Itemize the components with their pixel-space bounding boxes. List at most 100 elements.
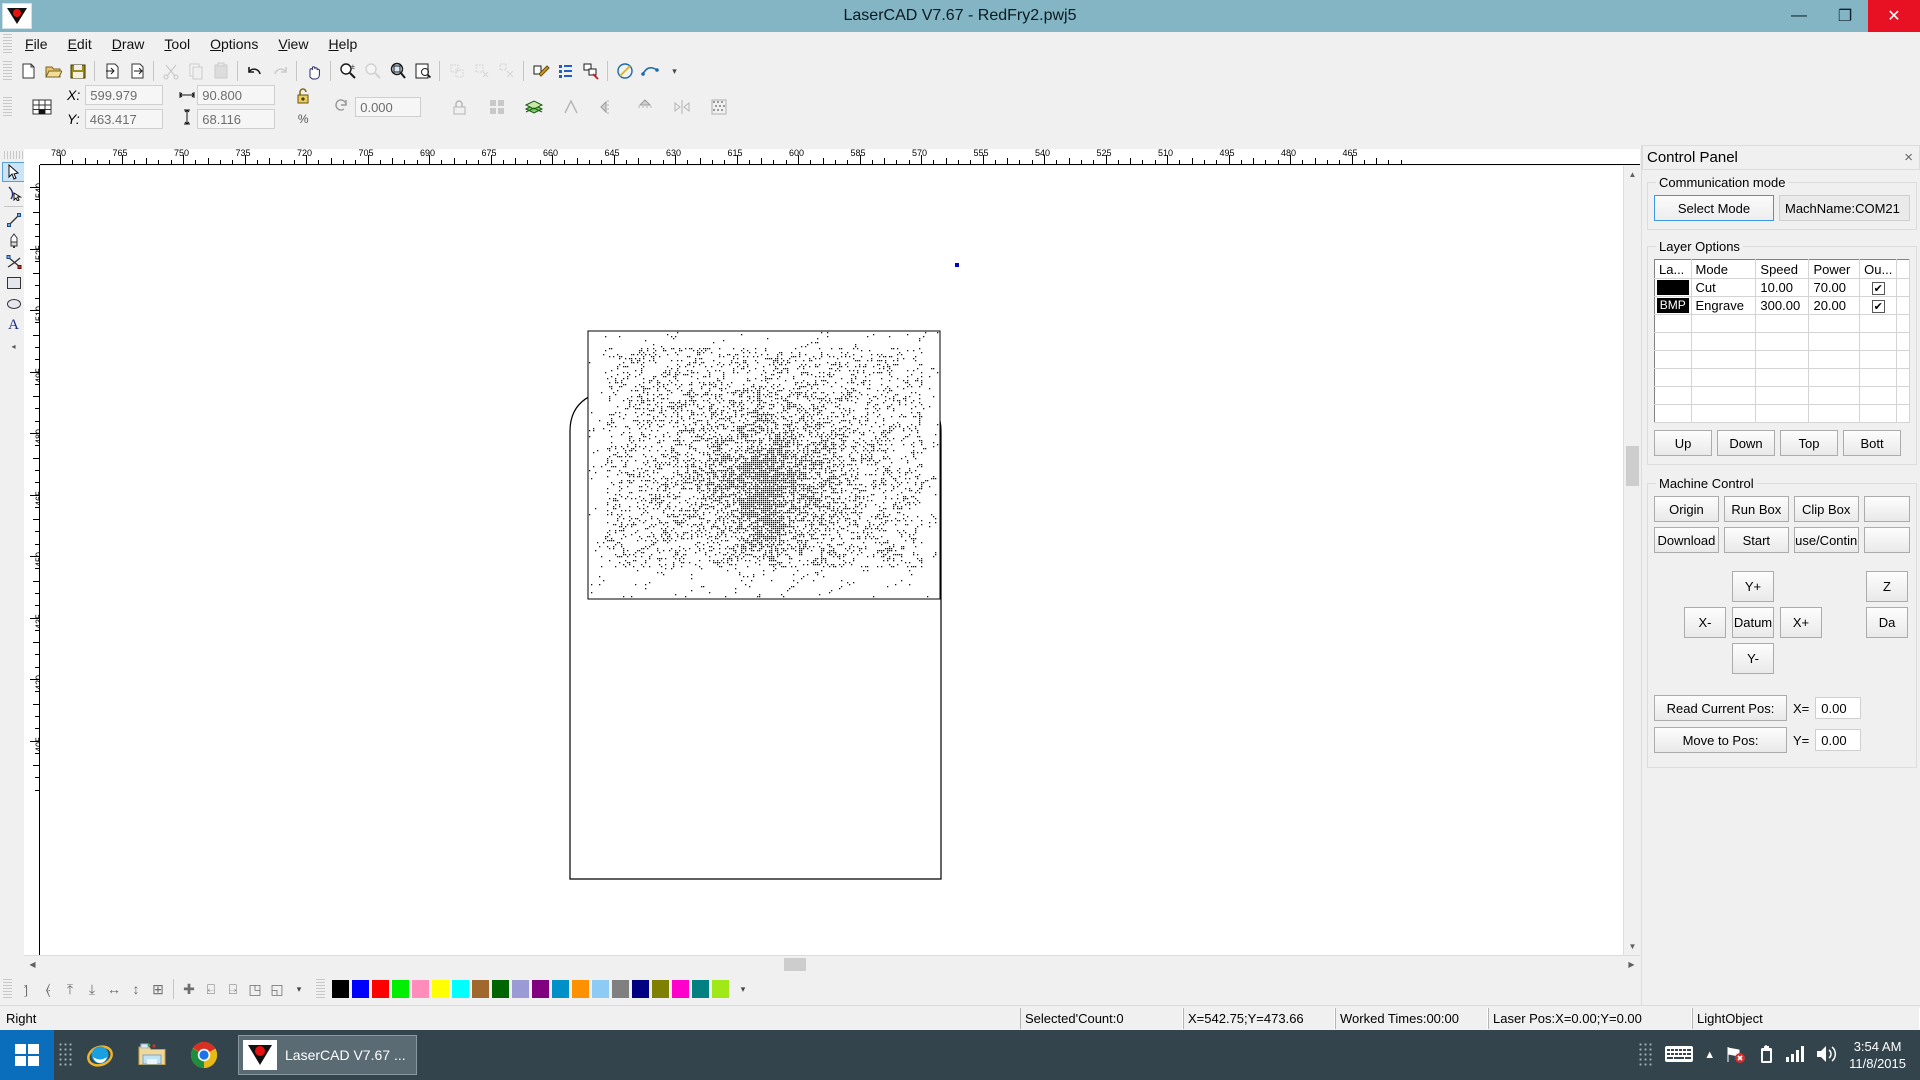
align-bottom-icon[interactable]: ⤓ [81,978,103,1000]
palette-swatch[interactable] [592,980,609,998]
palette-swatch[interactable] [492,980,509,998]
menu-file[interactable]: File [15,34,58,54]
palette-swatch[interactable] [432,980,449,998]
height-input[interactable]: 68.116 [197,108,276,129]
jog-z-button[interactable]: Z [1866,571,1908,602]
layer-mode-cell[interactable]: Cut [1691,278,1757,297]
property-toolbar-grip[interactable] [3,96,12,117]
layer-stack-icon[interactable] [521,94,546,119]
array-copy-icon[interactable] [578,59,603,84]
horizontal-scroll-thumb[interactable] [784,958,806,971]
unlock-scale-icon[interactable] [447,94,472,119]
minimize-button[interactable]: — [1776,0,1822,32]
run-box-button[interactable]: Run Box [1723,496,1789,522]
read-current-pos-button[interactable]: Read Current Pos: [1654,695,1787,721]
drawing-canvas[interactable] [40,166,1640,955]
menu-edit[interactable]: Edit [58,34,102,54]
vertical-ruler[interactable]: 540 525 510 495 480 465 450 435 420 405 [24,165,40,955]
x-input[interactable]: 599.979 [85,84,164,105]
menu-draw[interactable]: Draw [102,34,155,54]
select-mode-button[interactable]: Select Mode [1654,195,1774,221]
palette-swatch[interactable] [332,980,349,998]
horizontal-ruler[interactable]: 780 765 750 735 720 705 690 675 660 645 630 615 600 5… [40,149,1640,165]
palette-swatch[interactable] [672,980,689,998]
canvas-horizontal-scrollbar[interactable]: ◀ ▶ [24,955,1640,972]
toolbar-overflow-icon[interactable]: ▾ [662,59,687,84]
layer-row[interactable]: Cut 10.00 70.00 ✔ [1654,278,1910,297]
volume-icon[interactable] [1815,1044,1839,1067]
ause-continu-button[interactable]: ause/Continu [1793,527,1859,553]
close-icon[interactable]: × [1904,149,1913,166]
palette-swatch[interactable] [392,980,409,998]
layer-output-cell[interactable]: ✔ [1859,278,1898,297]
touch-keyboard-icon[interactable] [1664,1044,1694,1067]
toolbar-grip[interactable] [3,61,12,81]
palette-swatch[interactable] [572,980,589,998]
cut-icon[interactable] [158,59,183,84]
close-button[interactable]: ✕ [1868,0,1920,32]
open-file-icon[interactable] [40,59,65,84]
line-tool[interactable] [2,210,25,230]
output-checkbox[interactable]: ✔ [1871,300,1885,313]
layer-row[interactable]: BMP Engrave 300.00 20.00 ✔ [1654,296,1910,315]
google-chrome-icon[interactable] [178,1030,230,1080]
machine-extra-button-2[interactable] [1863,527,1910,553]
align-grid-icon[interactable]: ⊞ [147,978,169,1000]
taskbar-active-task[interactable]: LaserCAD V7.67 ... [238,1035,417,1075]
layer-empty-row[interactable] [1654,350,1910,369]
menu-options[interactable]: Options [200,34,268,54]
layer-list-icon[interactable] [553,59,578,84]
menu-help[interactable]: Help [318,34,367,54]
palette-swatch[interactable] [692,980,709,998]
jog-x-minus-button[interactable]: X- [1684,607,1726,638]
ellipse-tool[interactable] [2,294,25,314]
scroll-left-arrow[interactable]: ◀ [24,956,41,973]
import-icon[interactable] [99,59,124,84]
palette-grip[interactable] [316,979,325,999]
path-optimize-icon[interactable] [637,59,662,84]
layer-speed-cell[interactable]: 300.00 [1755,296,1810,315]
mirror-corner-icon[interactable] [558,94,583,119]
jog-y-plus-button[interactable]: Y+ [1732,571,1774,602]
layer-order-top-button[interactable]: Top [1780,430,1838,456]
width-input[interactable]: 90.800 [197,84,276,105]
layer-mode-cell[interactable]: Engrave [1691,296,1757,315]
save-file-icon[interactable] [65,59,90,84]
output-checkbox[interactable]: ✔ [1871,282,1885,295]
layer-order-down-button[interactable]: Down [1717,430,1775,456]
palette-swatch[interactable] [612,980,629,998]
layer-power-cell[interactable]: 70.00 [1808,278,1861,297]
move-to-pos-button[interactable]: Move to Pos: [1654,727,1787,753]
y-input[interactable]: 463.417 [84,108,163,129]
vertical-scroll-thumb[interactable] [1626,446,1639,486]
array-icon[interactable] [484,94,509,119]
jog-datum-button[interactable]: Datum [1732,607,1774,638]
signal-bars-icon[interactable] [1785,1045,1805,1066]
x-pos-input[interactable]: 0.00 [1815,697,1862,719]
left-palette-grip[interactable] [4,151,23,159]
same-height-icon[interactable]: ⍈ [222,978,244,1000]
align-page-icon[interactable]: ◱ [266,978,288,1000]
select-arrow-tool[interactable] [2,162,25,182]
y-pos-input[interactable]: 0.00 [1815,729,1862,751]
scroll-right-arrow[interactable]: ▶ [1623,956,1640,973]
dither-icon[interactable] [706,94,731,119]
new-file-icon[interactable] [15,59,40,84]
layer-power-cell[interactable]: 20.00 [1808,296,1861,315]
scroll-up-arrow[interactable]: ▲ [1624,166,1641,183]
start-button[interactable]: Start [1723,527,1789,553]
bezier-curve-tool[interactable] [2,252,25,272]
layer-column-header[interactable]: La... [1654,259,1692,279]
jog-z-datum-button[interactable]: Da [1866,607,1908,638]
zoom-in-out-icon[interactable]: ± [335,59,360,84]
palette-swatch[interactable] [532,980,549,998]
palette-swatch[interactable] [372,980,389,998]
layer-empty-row[interactable] [1654,332,1910,351]
palette-swatch[interactable] [452,980,469,998]
scroll-down-arrow[interactable]: ▼ [1624,938,1641,955]
align-left-icon[interactable]: ⦐ [15,978,37,1000]
palette-swatch[interactable] [632,980,649,998]
layer-order-up-button[interactable]: Up [1654,430,1712,456]
same-size-icon[interactable]: ◳ [244,978,266,1000]
layer-column-header[interactable]: Mode [1691,259,1757,279]
